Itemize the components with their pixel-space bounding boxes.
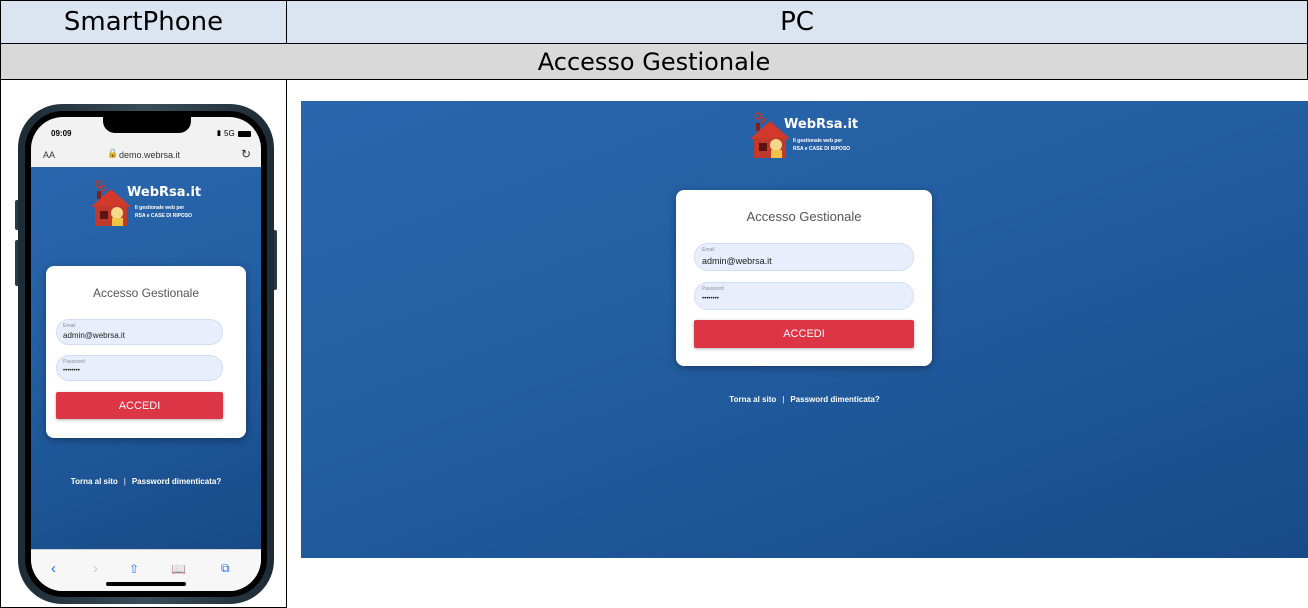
header-smartphone-label: SmartPhone [63, 7, 224, 37]
phone-login-page: WebRsa.it Il gestionale web per RSA e CA… [31, 167, 261, 549]
link-separator: | [123, 477, 126, 486]
text-size-button[interactable]: AA [43, 150, 55, 160]
link-separator: | [782, 395, 785, 404]
password-value: •••••••• [702, 296, 719, 302]
share-icon[interactable]: ⇧ [129, 562, 139, 576]
forgot-password-link[interactable]: Password dimenticata? [790, 395, 879, 404]
password-label: Password [63, 359, 85, 365]
brand-name: WebRsa.it [784, 117, 859, 132]
header-pc: PC [286, 0, 1308, 44]
forgot-password-link[interactable]: Password dimenticata? [132, 477, 221, 486]
back-icon[interactable]: ‹ [51, 560, 56, 577]
brand-tagline-2: RSA e CASE DI RIPOSO [135, 213, 193, 219]
footer-links: Torna al sito | Password dimenticata? [31, 477, 261, 486]
accedi-button-label: ACCEDI [118, 399, 161, 412]
back-to-site-link[interactable]: Torna al sito [729, 395, 776, 404]
brand-name: WebRsa.it [127, 185, 202, 200]
email-label: Email [702, 247, 715, 253]
battery-icon [238, 131, 251, 137]
section-header: Accesso Gestionale [0, 43, 1308, 80]
header-pc-label: PC [780, 7, 814, 37]
brand-tagline-2: RSA e CASE DI RIPOSO [793, 146, 851, 152]
login-title: Accesso Gestionale [92, 286, 200, 300]
password-field[interactable]: Password •••••••• [694, 282, 914, 310]
login-card: Accesso Gestionale Email admin@webrsa.it… [676, 190, 932, 366]
email-value: admin@webrsa.it [63, 331, 125, 340]
url-text[interactable]: demo.webrsa.it [119, 150, 180, 160]
email-field[interactable]: Email admin@webrsa.it [694, 243, 914, 271]
status-bar: 09:09 ▮ 5G [31, 117, 261, 145]
status-time: 09:09 [51, 129, 72, 138]
accedi-button-label: ACCEDI [783, 328, 825, 340]
safari-toolbar: ‹ › ⇧ 📖 ⧉ [31, 549, 261, 591]
password-label: Password [702, 286, 724, 292]
password-field[interactable]: Password •••••••• [56, 355, 223, 381]
pc-login-page: WebRsa.it Il gestionale web per RSA e CA… [301, 101, 1308, 558]
signal-icon: ▮ [217, 130, 221, 137]
email-value: admin@webrsa.it [702, 256, 772, 266]
address-bar[interactable]: AA 🔒 demo.webrsa.it ↻ [31, 145, 261, 167]
home-indicator [106, 582, 186, 586]
phone-screen: 09:09 ▮ 5G AA 🔒 demo.webrsa.it ↻ WebRsa.… [31, 117, 261, 591]
phone-frame: 09:09 ▮ 5G AA 🔒 demo.webrsa.it ↻ WebRsa.… [18, 104, 274, 604]
accedi-button[interactable]: ACCEDI [694, 320, 914, 348]
bookmarks-icon[interactable]: 📖 [171, 562, 186, 576]
brand-tagline-1: Il gestionale web per [793, 138, 843, 144]
back-to-site-link[interactable]: Torna al sito [71, 477, 118, 486]
section-header-label: Accesso Gestionale [537, 47, 771, 76]
tabs-icon[interactable]: ⧉ [221, 561, 230, 576]
phone-logo: WebRsa.it Il gestionale web per RSA e CA… [89, 177, 219, 233]
password-value: •••••••• [63, 368, 80, 374]
footer-links: Torna al sito | Password dimenticata? [301, 395, 1308, 404]
login-title: Accesso Gestionale [746, 209, 862, 224]
lock-icon: 🔒 [107, 148, 119, 158]
pc-logo: WebRsa.it Il gestionale web per RSA e CA… [748, 109, 888, 167]
status-signal: 5G [224, 129, 235, 138]
forward-icon[interactable]: › [93, 560, 98, 577]
accedi-button[interactable]: ACCEDI [56, 392, 223, 419]
reload-icon[interactable]: ↻ [241, 147, 251, 161]
email-field[interactable]: Email admin@webrsa.it [56, 319, 223, 345]
header-smartphone: SmartPhone [0, 0, 287, 44]
login-card: Accesso Gestionale Email admin@webrsa.it… [46, 266, 246, 438]
email-label: Email [63, 323, 76, 329]
brand-tagline-1: Il gestionale web per [135, 205, 185, 211]
camera-notch [103, 117, 191, 133]
